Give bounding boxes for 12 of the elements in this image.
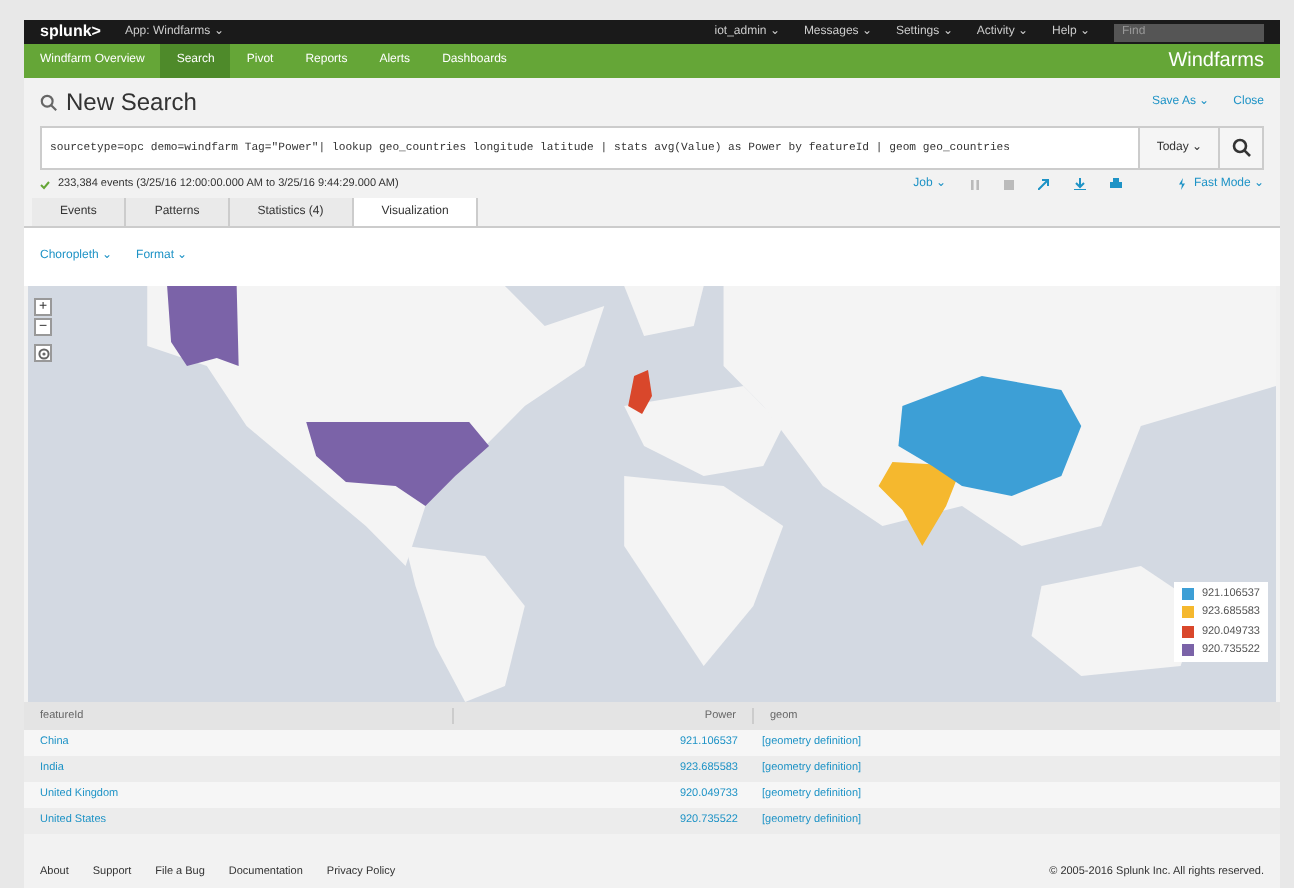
download-icon[interactable] xyxy=(1073,178,1086,190)
reset-view-button[interactable] xyxy=(34,344,52,362)
print-icon[interactable] xyxy=(1109,178,1122,190)
check-icon xyxy=(40,179,50,189)
page-title: New Search xyxy=(66,86,197,120)
app-title: Windfarms xyxy=(1168,48,1266,76)
lightning-icon xyxy=(1177,178,1186,190)
share-icon[interactable] xyxy=(1037,178,1050,190)
search-icon xyxy=(40,93,58,111)
logo[interactable]: splunk> xyxy=(40,20,101,44)
pause-icon[interactable] xyxy=(969,179,980,189)
stop-icon[interactable] xyxy=(1003,179,1014,189)
